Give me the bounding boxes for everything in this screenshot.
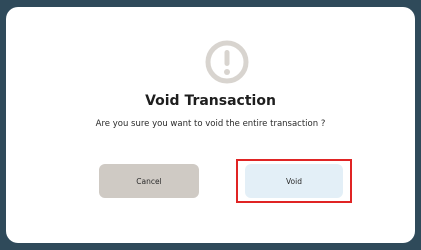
dialog-message: Are you sure you want to void the entire… (95, 119, 326, 129)
dialog-title: Void Transaction (145, 93, 276, 109)
cancel-button[interactable]: Cancel (99, 164, 199, 198)
void-transaction-dialog: Void Transaction Are you sure you want t… (6, 7, 415, 243)
exclamation-circle-icon (204, 39, 250, 85)
void-button[interactable]: Void (245, 164, 343, 198)
